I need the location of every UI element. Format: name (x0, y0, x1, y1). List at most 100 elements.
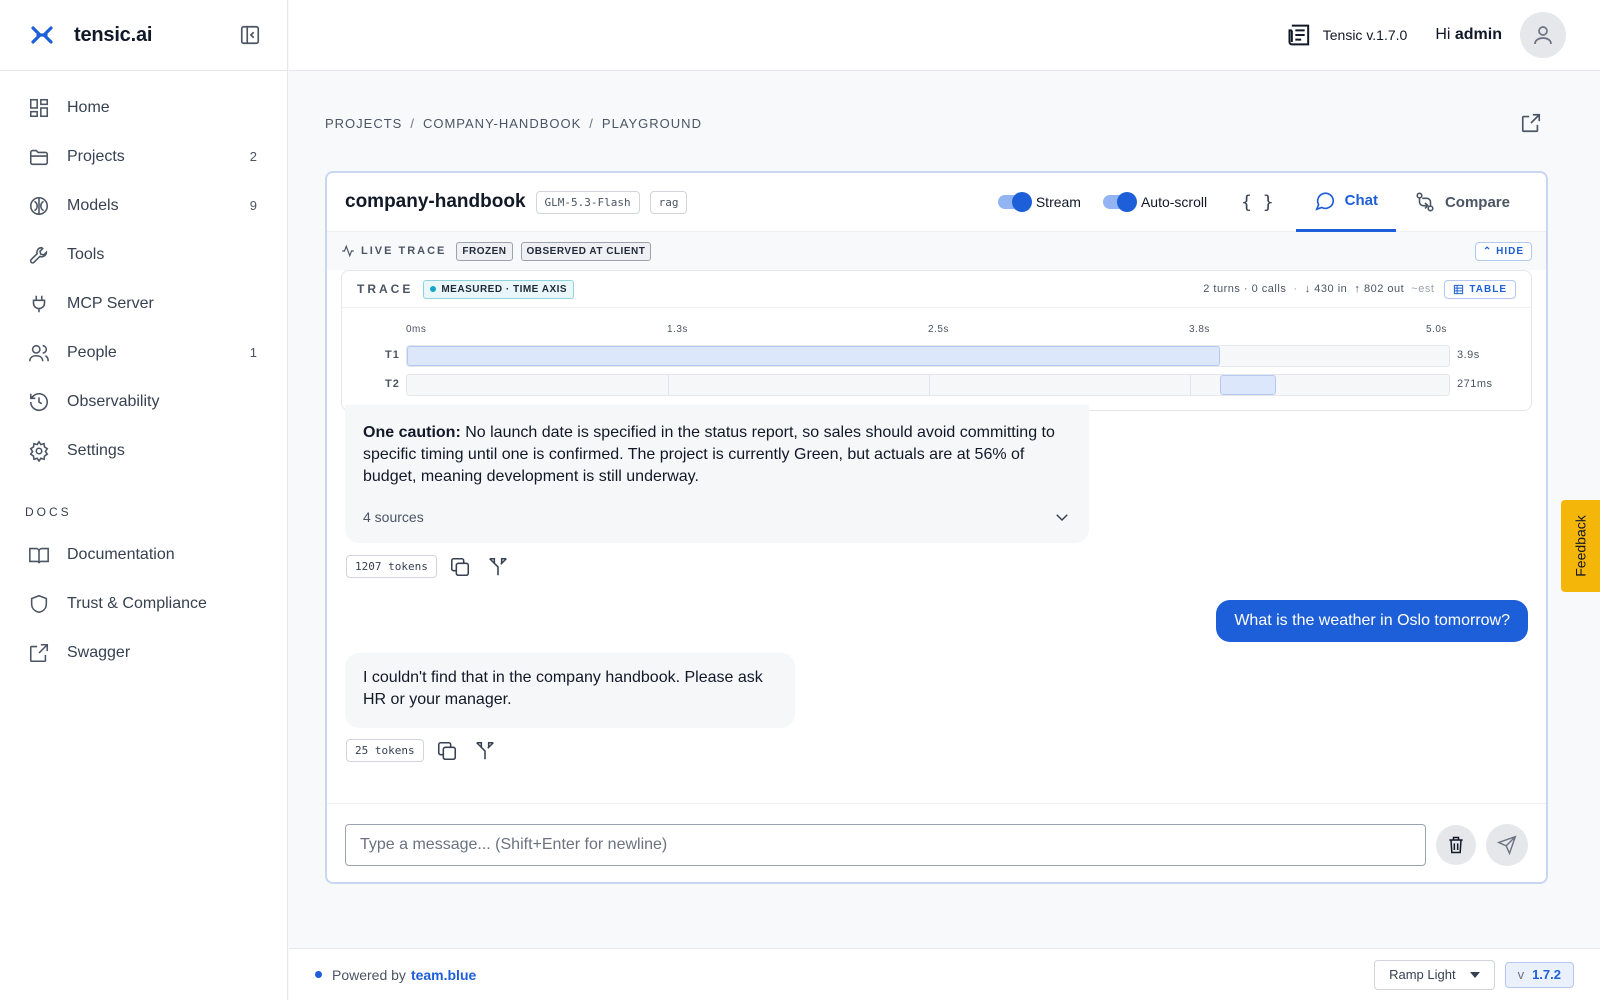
sidebar-item-count: 1 (249, 345, 257, 360)
topbar: Tensic v.1.7.0 Hi admin (289, 0, 1600, 71)
sidebar-item-home[interactable]: Home (0, 83, 287, 132)
external-link-icon (29, 643, 49, 662)
autoscroll-switch[interactable] (1102, 192, 1137, 212)
playground-panel: company-handbook GLM-5.3-Flash rag Strea… (325, 171, 1548, 884)
sidebar-item-trust-compliance[interactable]: Trust & Compliance (0, 579, 287, 628)
sidebar-item-label: People (67, 343, 117, 361)
sidebar-item-mcp-server[interactable]: MCP Server (0, 279, 287, 328)
hide-label: HIDE (1496, 245, 1524, 257)
sidebar-item-people[interactable]: People 1 (0, 328, 287, 377)
clear-chat-button[interactable] (1436, 825, 1477, 865)
assistant-message: I couldn't find that in the company hand… (345, 653, 795, 728)
table-label: TABLE (1469, 283, 1507, 295)
breadcrumb-separator: / (589, 116, 594, 131)
sidebar-item-tools[interactable]: Tools (0, 230, 287, 279)
table-view-button[interactable]: TABLE (1444, 279, 1516, 299)
version-number: 1.7.2 (1532, 967, 1561, 982)
tab-chat-label: Chat (1344, 192, 1378, 209)
autoscroll-label: Auto-scroll (1140, 194, 1208, 210)
breadcrumb: PROJECTS / COMPANY-HANDBOOK / PLAYGROUND (325, 116, 702, 131)
turn-duration: 271ms (1457, 378, 1493, 390)
live-trace-bar: LIVE TRACE FROZEN OBSERVED AT CLIENT ⌃ H… (327, 232, 1546, 270)
trash-icon (1449, 836, 1463, 854)
sources-label: 4 sources (363, 509, 424, 525)
tab-compare-label: Compare (1444, 193, 1510, 211)
json-view-button[interactable]: { } (1241, 192, 1274, 213)
sidebar-item-label: Models (67, 196, 119, 214)
breadcrumb-projects[interactable]: PROJECTS (325, 116, 402, 131)
brain-icon (29, 196, 49, 215)
gridline (1190, 375, 1191, 395)
time-tick: 5.0s (1426, 324, 1447, 335)
powered-by-link[interactable]: team.blue (411, 967, 476, 983)
tokens-in: ↓ 430 in (1304, 283, 1348, 295)
stream-label: Stream (1035, 194, 1081, 210)
turn-label: T2 (385, 378, 400, 390)
caution-label: One caution: (363, 424, 461, 441)
caret-down-icon (1469, 971, 1480, 978)
frozen-chip: FROZEN (456, 241, 513, 261)
wrench-icon (29, 246, 48, 264)
chat-messages: One caution: No launch date is specified… (327, 405, 1546, 803)
copy-icon[interactable] (449, 556, 471, 578)
sidebar-item-settings[interactable]: Settings (0, 426, 287, 475)
user-avatar[interactable] (1520, 12, 1566, 58)
powered-by-label: Powered by (332, 966, 406, 983)
hide-trace-button[interactable]: ⌃ HIDE (1474, 241, 1532, 261)
stream-switch[interactable] (997, 192, 1032, 212)
sources-toggle[interactable]: 4 sources (363, 506, 1071, 528)
gridline (668, 375, 669, 395)
sidebar-item-projects[interactable]: Projects 2 (0, 132, 287, 181)
fork-icon[interactable] (487, 556, 509, 578)
time-tick: 0ms (406, 324, 427, 335)
stream-toggle[interactable]: Stream (997, 192, 1081, 212)
users-icon (29, 344, 49, 361)
user-greeting: Hi admin (1435, 26, 1502, 44)
tab-chat[interactable]: Chat (1295, 173, 1396, 232)
measured-label: MEASURED · TIME AXIS (441, 283, 568, 295)
message-input[interactable] (345, 824, 1427, 866)
sidebar-collapse-icon[interactable] (239, 24, 261, 46)
sidebar-item-count: 9 (249, 198, 257, 213)
sidebar-item-observability[interactable]: Observability (0, 377, 287, 426)
trace-timeline: 0ms 1.3s 2.5s 3.8s 5.0s T1 3.9s T2 271ms (342, 308, 1531, 411)
sidebar-item-label: Swagger (67, 643, 131, 661)
version-badge: v 1.7.2 (1504, 961, 1574, 988)
breadcrumb-company-handbook[interactable]: COMPANY-HANDBOOK (423, 116, 581, 131)
turn-bar[interactable] (1219, 375, 1277, 395)
plug-icon (32, 295, 46, 312)
turn-bar[interactable] (407, 346, 1220, 366)
sidebar-item-label: Home (67, 98, 110, 116)
measured-chip: MEASURED · TIME AXIS (423, 279, 575, 299)
mode-tag: rag (649, 190, 688, 214)
trace-title: TRACE (357, 282, 414, 296)
user-icon (1534, 26, 1552, 45)
fork-icon[interactable] (474, 740, 496, 762)
gear-icon (29, 439, 49, 462)
autoscroll-toggle[interactable]: Auto-scroll (1102, 192, 1208, 212)
history-icon (29, 392, 49, 411)
breadcrumb-separator: / (410, 116, 415, 131)
assistant-message-text: One caution: No launch date is specified… (363, 422, 1071, 488)
sidebar-item-documentation[interactable]: Documentation (0, 530, 287, 579)
copy-icon[interactable] (436, 740, 458, 762)
feedback-label: Feedback (1572, 515, 1589, 577)
sidebar-item-swagger[interactable]: Swagger (0, 628, 287, 677)
feedback-tab[interactable]: Feedback (1561, 500, 1600, 592)
estimate-label: ~est (1411, 283, 1435, 295)
trace-stats: 2 turns · 0 calls · ↓ 430 in ↑ 802 out ~… (1203, 283, 1434, 295)
docs-heading: DOCS (25, 504, 72, 519)
sidebar-item-models[interactable]: Models 9 (0, 181, 287, 230)
open-external-icon[interactable] (1520, 112, 1542, 134)
send-button[interactable] (1486, 824, 1528, 866)
tab-compare[interactable]: Compare (1396, 173, 1528, 232)
tensic-logo[interactable] (30, 23, 54, 47)
turns-calls: 2 turns · 0 calls (1203, 283, 1287, 295)
assistant-message-meta: 1207 tokens (346, 555, 525, 578)
theme-select[interactable]: Ramp Light (1374, 959, 1495, 990)
status-dot (315, 971, 322, 978)
turn-label: T1 (385, 349, 400, 361)
brand-header: tensic.ai (0, 0, 287, 71)
model-tag: GLM-5.3-Flash (535, 190, 640, 214)
trace-header: TRACE MEASURED · TIME AXIS 2 turns · 0 c… (342, 271, 1531, 308)
